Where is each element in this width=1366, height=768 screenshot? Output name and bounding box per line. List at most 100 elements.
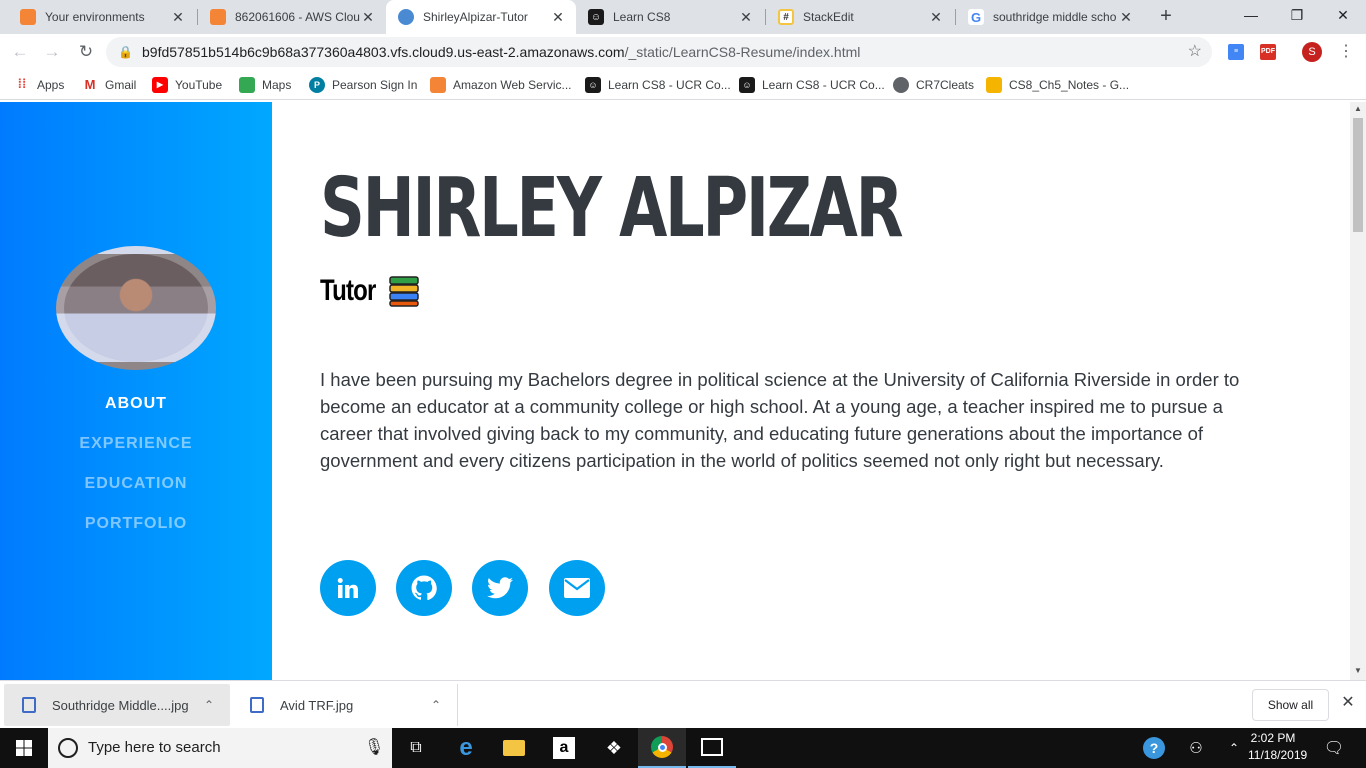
tab-title: Learn CS8 [613,10,671,24]
download-item[interactable]: Southridge Middle....jpg ⌃ [4,684,230,726]
pearson-icon: P [309,77,325,93]
aws-cube-icon [210,9,226,25]
show-all-button[interactable]: Show all [1252,689,1329,721]
globe-icon [893,77,909,93]
linkedin-icon [337,578,358,598]
slides-icon [986,77,1002,93]
bookmark-star-icon[interactable]: ☆ [1188,37,1202,67]
close-icon[interactable]: ✕ [170,9,186,26]
tab-stackedit[interactable]: # StackEdit ✕ [766,0,954,34]
tab-southridge-search[interactable]: G southridge middle scho ✕ [956,0,1144,34]
close-icon[interactable]: ✕ [738,9,754,26]
download-filename: Southridge Middle....jpg [52,697,189,713]
bookmark-maps[interactable]: Maps [239,76,291,94]
lock-icon: 🔒 [118,45,133,59]
nav-experience[interactable]: EXPERIENCE [0,435,272,453]
browser-tab-strip: Your environments ✕ 862061606 - AWS Clou… [0,0,1366,34]
new-tab-button[interactable]: + [1154,5,1178,29]
tab-your-environments[interactable]: Your environments ✕ [8,0,196,34]
scroll-up-arrow-icon[interactable]: ▲ [1354,104,1362,113]
nav-about[interactable]: ABOUT [0,395,272,413]
help-icon[interactable]: ? [1130,728,1178,768]
github-button[interactable] [396,560,452,616]
amazon-icon[interactable]: a [540,728,588,768]
reload-icon[interactable]: ↻ [74,40,98,64]
nav-portfolio[interactable]: PORTFOLIO [0,515,272,533]
download-item[interactable]: Avid TRF.jpg ⌃ [232,684,458,726]
back-arrow-icon[interactable]: ← [8,40,32,64]
dropbox-icon[interactable]: ❖ [590,728,638,768]
close-icon[interactable]: ✕ [550,9,566,26]
bookmark-label: Amazon Web Servic... [453,78,572,92]
tab-title: ShirleyAlpizar-Tutor [423,10,528,24]
chevron-up-icon[interactable]: ⌃ [431,698,441,712]
tab-shirley-alpizar-tutor[interactable]: ShirleyAlpizar-Tutor ✕ [386,0,576,34]
browser-toolbar: ← → ↻ 🔒 b9fd57851b514b6c9b68a377360a4803… [0,34,1366,70]
tab-learn-cs8[interactable]: ☺ Learn CS8 ✕ [576,0,764,34]
chrome-icon[interactable] [638,728,686,768]
tab-title: 862061606 - AWS Cloud [235,10,360,24]
bookmark-cs8-notes[interactable]: CS8_Ch5_Notes - G... [986,76,1129,94]
bookmark-aws[interactable]: Amazon Web Servic... [430,76,572,94]
bookmark-label: Learn CS8 - UCR Co... [762,78,885,92]
twitter-button[interactable] [472,560,528,616]
taskbar-clock[interactable]: 2:02 PM 11/18/2019 [1248,730,1308,764]
profile-avatar[interactable]: S [1302,42,1322,62]
bookmarks-bar: ⁞⁞ Apps M Gmail ▶ YouTube Maps P Pearson… [0,70,1366,100]
github-icon [411,575,437,601]
chevron-up-icon[interactable]: ⌃ [204,698,214,712]
close-icon[interactable]: ✕ [1118,9,1134,26]
tab-title: southridge middle scho [993,10,1117,24]
bookmark-apps[interactable]: ⁞⁞ Apps [14,76,65,94]
page-scrollbar[interactable]: ▲ ▼ [1350,102,1366,680]
close-icon[interactable]: ✕ [1338,693,1358,713]
windows-taskbar: Type here to search 🎙 ⧉ e a ❖ ? ⚇ ⌃ 2:02… [0,728,1366,768]
clock-time: 2:02 PM [1250,731,1296,745]
learncs8-icon: ☺ [585,77,601,93]
bookmark-gmail[interactable]: M Gmail [82,76,137,94]
bookmark-label: CR7Cleats [916,78,975,92]
close-icon[interactable]: ✕ [928,9,944,26]
tab-title: StackEdit [803,10,854,24]
task-view-icon[interactable]: ⧉ [392,728,440,768]
bookmark-learncs8-1[interactable]: ☺ Learn CS8 - UCR Co... [585,76,731,94]
pdf-extension-icon[interactable]: PDF [1260,44,1276,60]
bookmark-youtube[interactable]: ▶ YouTube [152,76,222,94]
aws-cube-icon [20,9,36,25]
bookmark-cr7cleats[interactable]: CR7Cleats [893,76,974,94]
file-explorer-icon[interactable] [490,728,538,768]
tab-aws-cloud[interactable]: 862061606 - AWS Cloud ✕ [198,0,386,34]
clock-date: 11/18/2019 [1248,748,1308,762]
windows-start-button[interactable] [0,728,48,768]
bookmark-pearson[interactable]: P Pearson Sign In [309,76,417,94]
url-text: b9fd57851b514b6c9b68a377360a4803.vfs.clo… [142,37,860,67]
google-docs-extension-icon[interactable]: ≡ [1228,44,1244,60]
windows-logo-icon [16,740,32,756]
scrollbar-thumb[interactable] [1353,118,1363,232]
microphone-icon[interactable]: 🎙 [364,728,384,768]
youtube-icon: ▶ [152,77,168,93]
nav-education[interactable]: EDUCATION [0,475,272,493]
restore-button[interactable]: ❐ [1274,0,1320,30]
address-bar[interactable]: 🔒 b9fd57851b514b6c9b68a377360a4803.vfs.c… [106,37,1212,67]
bookmark-learncs8-2[interactable]: ☺ Learn CS8 - UCR Co... [739,76,885,94]
forward-arrow-icon[interactable]: → [40,40,64,64]
image-file-icon [22,697,36,713]
close-icon[interactable]: ✕ [360,9,376,26]
learncs8-icon: ☺ [588,9,604,25]
apps-grid-icon: ⁞⁞ [17,76,27,91]
cloud9-icon [398,9,414,25]
linkedin-button[interactable] [320,560,376,616]
email-button[interactable] [549,560,605,616]
photos-icon[interactable] [688,728,736,768]
minimize-button[interactable]: — [1228,0,1274,30]
bookmark-label: CS8_Ch5_Notes - G... [1009,78,1130,92]
taskbar-search-input[interactable]: Type here to search 🎙 [48,728,392,768]
close-window-button[interactable]: ✕ [1320,0,1366,30]
edge-icon[interactable]: e [442,728,490,768]
more-menu-icon[interactable]: ⋮ [1336,42,1356,62]
aws-cube-icon [430,77,446,93]
url-host: b9fd57851b514b6c9b68a377360a4803.vfs.clo… [142,44,625,60]
notifications-icon[interactable]: 🗨 [1310,728,1358,768]
scroll-down-arrow-icon[interactable]: ▼ [1354,666,1362,675]
